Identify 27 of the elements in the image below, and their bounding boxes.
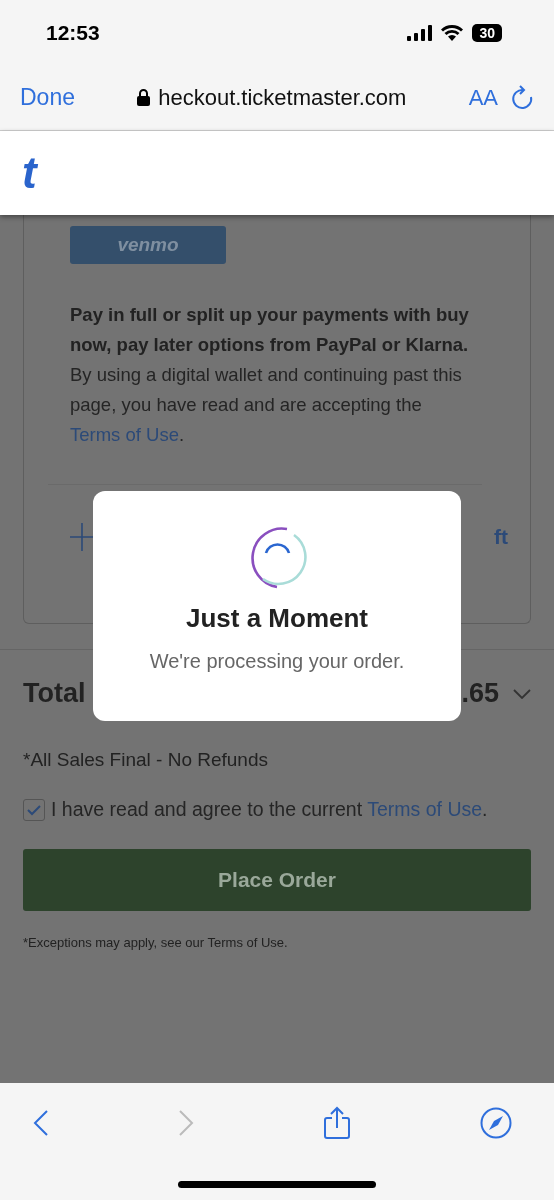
wallet-notice-text: By using a digital wallet and continuing past this page, you have read and are accepting the Terms of Use.: [70, 363, 463, 447]
wifi-icon: [440, 24, 465, 41]
status-time: 12:53: [46, 20, 100, 45]
checkmark-icon: [26, 803, 42, 816]
agree-text: I have read and agree to the current Terms of Use.: [51, 798, 488, 821]
reload-icon[interactable]: [510, 84, 534, 111]
text-size-button[interactable]: AA: [468, 84, 498, 111]
back-icon[interactable]: [33, 1109, 49, 1137]
exceptions-note: *Exceptions may apply, see our Terms of Use.: [23, 935, 289, 950]
signal-icon: [407, 24, 433, 41]
venmo-button[interactable]: venmo: [70, 226, 226, 264]
share-icon[interactable]: [323, 1106, 351, 1140]
total-label: Total: [23, 678, 87, 709]
agree-checkbox[interactable]: [23, 798, 45, 821]
dialog-message: We're processing your order.: [149, 650, 405, 673]
sales-notice: *All Sales Final - No Refunds: [23, 749, 269, 771]
total-amount: .65: [461, 678, 499, 709]
compass-icon[interactable]: [480, 1107, 512, 1139]
chevron-down-icon[interactable]: [513, 688, 531, 699]
battery-indicator: 30: [472, 23, 502, 42]
dialog-title: Just a Moment: [186, 603, 368, 634]
site-logo[interactable]: t: [22, 148, 37, 198]
payment-info-text: Pay in full or split up your payments with buy now, pay later options from PayPal or Klarna.: [70, 303, 470, 357]
url-text[interactable]: heckout.ticketmaster.com: [158, 84, 407, 111]
plus-icon[interactable]: [70, 523, 94, 551]
done-button[interactable]: Done: [20, 84, 75, 111]
lock-icon: [137, 89, 151, 106]
